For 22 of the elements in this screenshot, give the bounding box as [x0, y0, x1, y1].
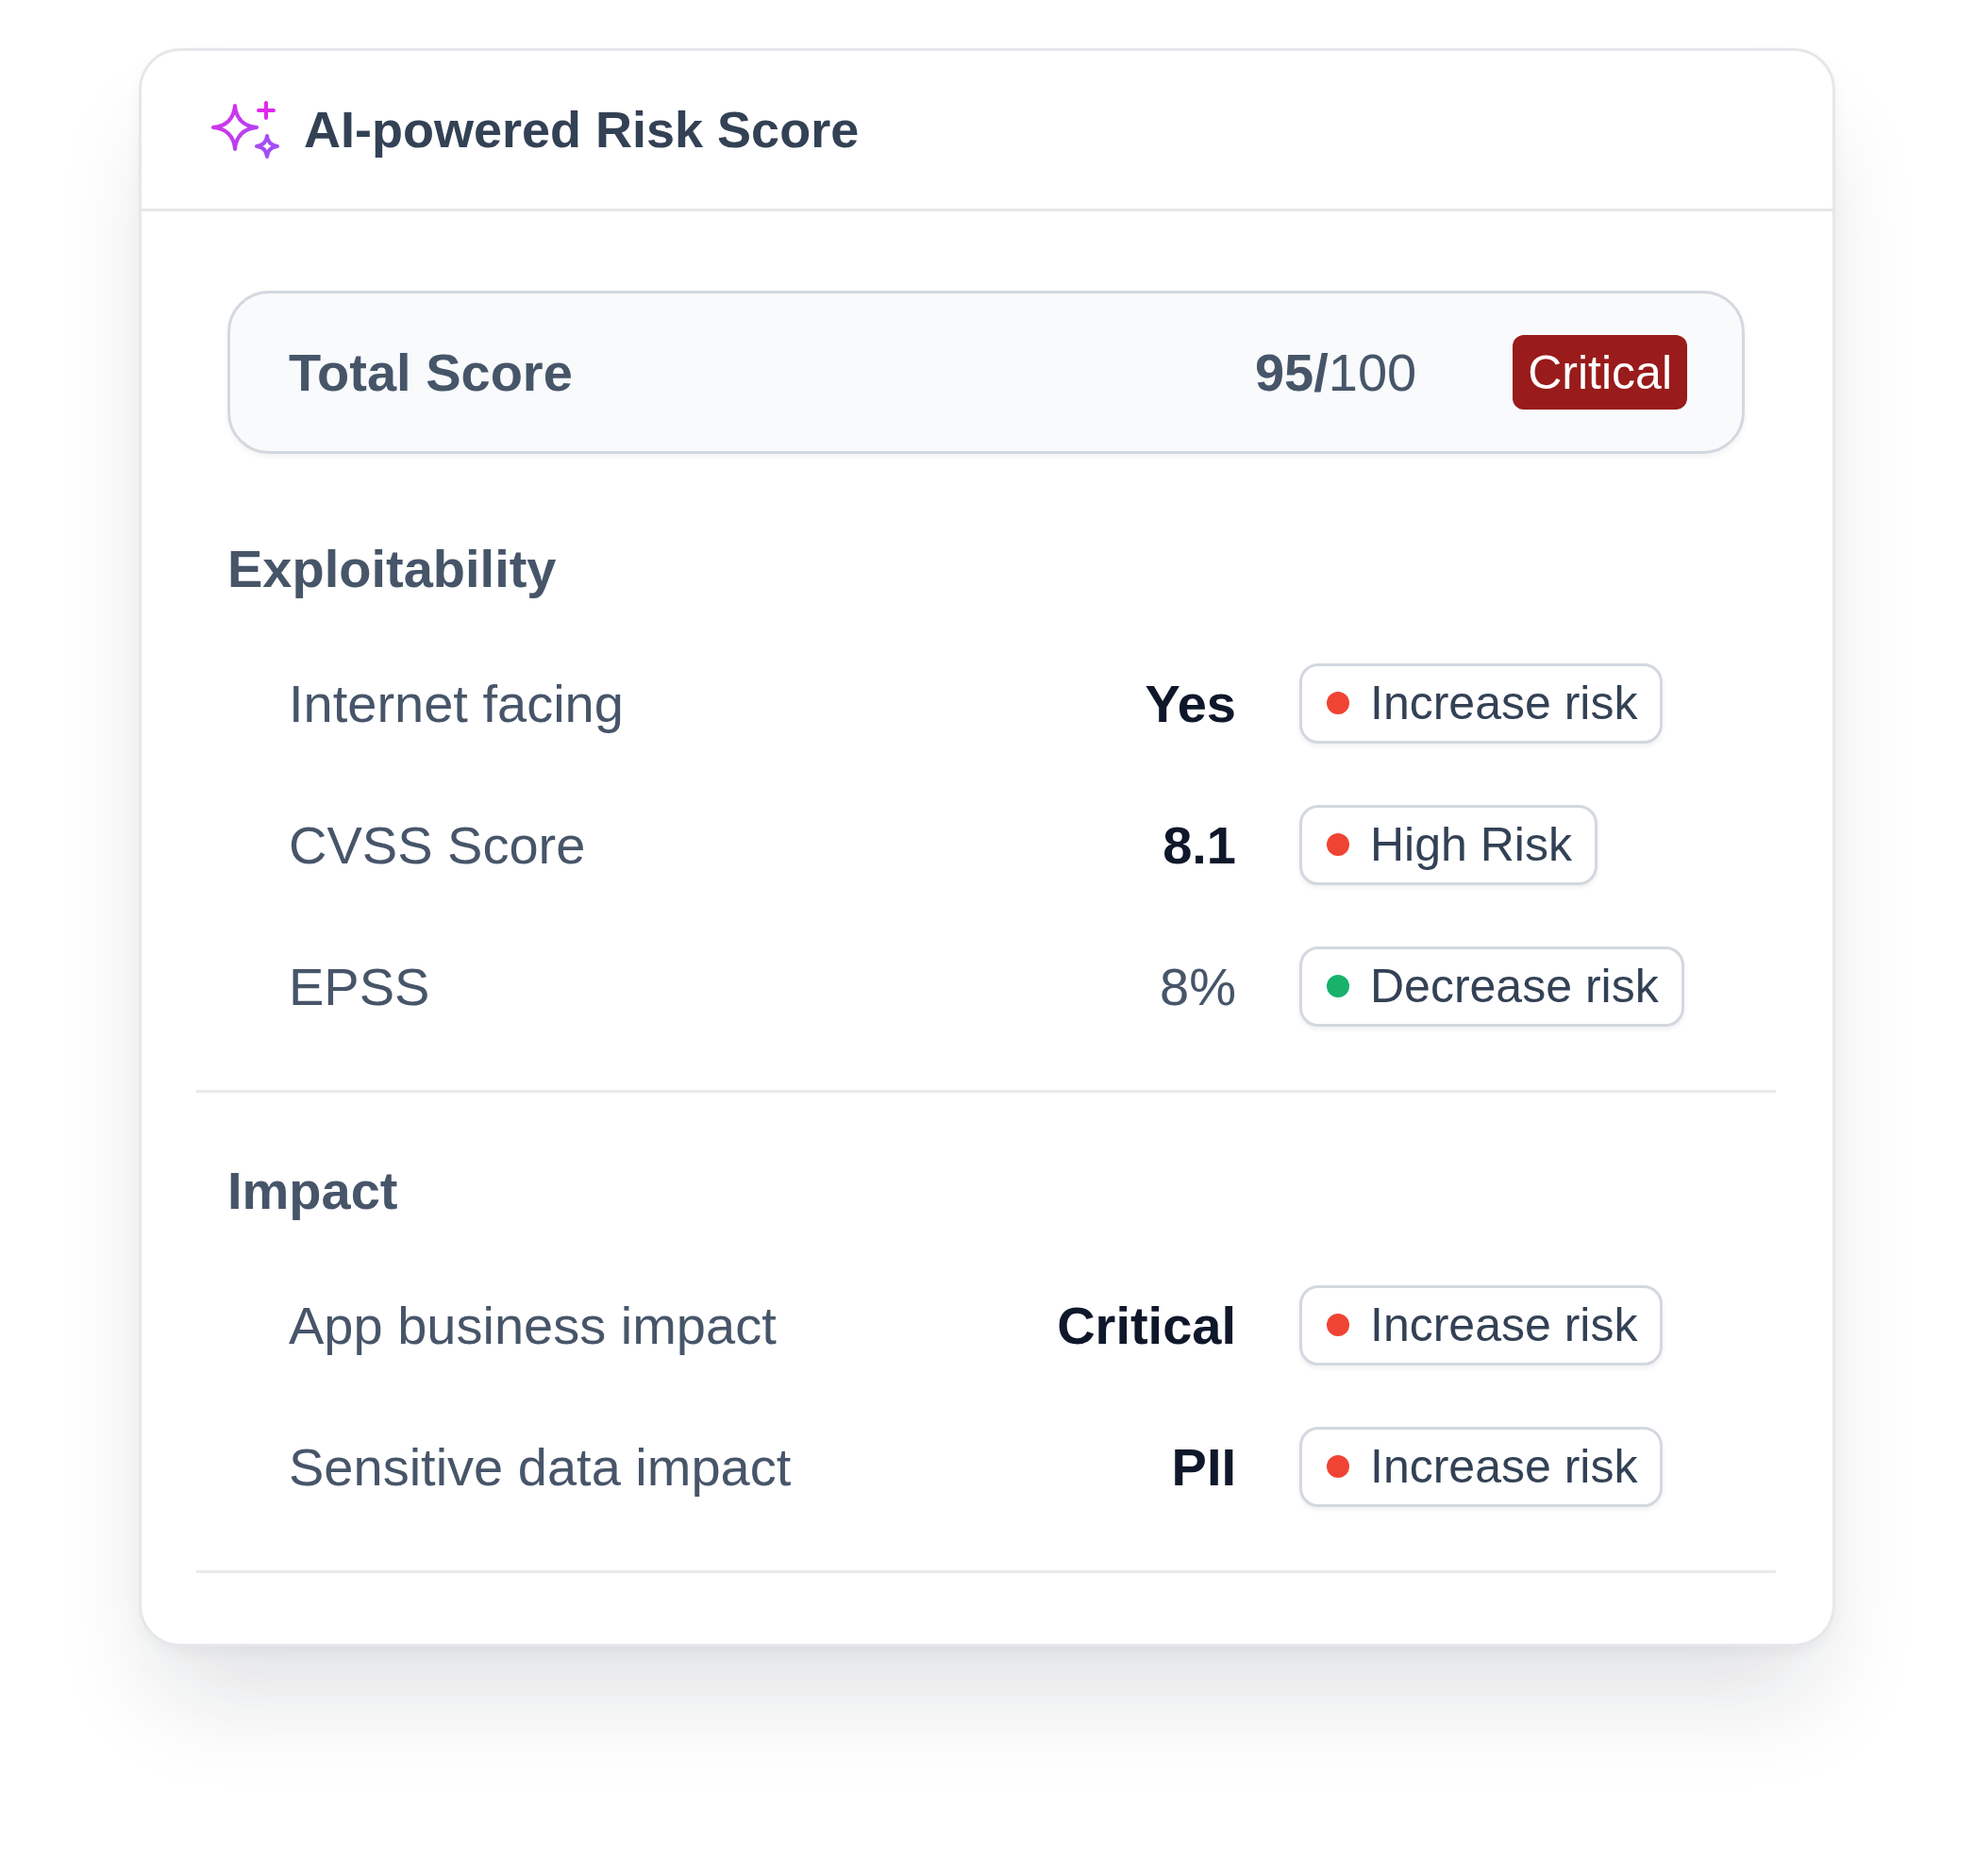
severity-badge: Critical	[1513, 335, 1687, 410]
factor-label: Internet facing	[288, 672, 625, 734]
factor-label: Sensitive data impact	[288, 1435, 793, 1498]
total-score-label: Total Score	[289, 342, 574, 403]
risk-effect-label: Increase risk	[1370, 1439, 1638, 1494]
factor-value: Critical	[1057, 1294, 1236, 1356]
risk-effect-label: Decrease risk	[1370, 959, 1659, 1013]
section-heading: Exploitability	[227, 538, 558, 600]
score-value: 95/100	[1254, 342, 1417, 403]
risk-effect-label: Increase risk	[1370, 676, 1638, 730]
risk-effect-label: Increase risk	[1370, 1298, 1638, 1352]
factor-label: CVSS Score	[288, 813, 587, 876]
factor-value: PII	[1171, 1435, 1236, 1498]
card-title: AI-powered Risk Score	[304, 100, 860, 160]
section-heading: Impact	[227, 1160, 399, 1222]
risk-effect-label: High Risk	[1370, 817, 1572, 872]
factor-label: EPSS	[288, 955, 431, 1017]
factor-value: 8.1	[1163, 813, 1236, 876]
factor-label: App business impact	[288, 1294, 778, 1356]
factor-value: 8%	[1160, 955, 1236, 1017]
factor-value: Yes	[1145, 672, 1236, 734]
sparkles-icon	[211, 101, 279, 159]
